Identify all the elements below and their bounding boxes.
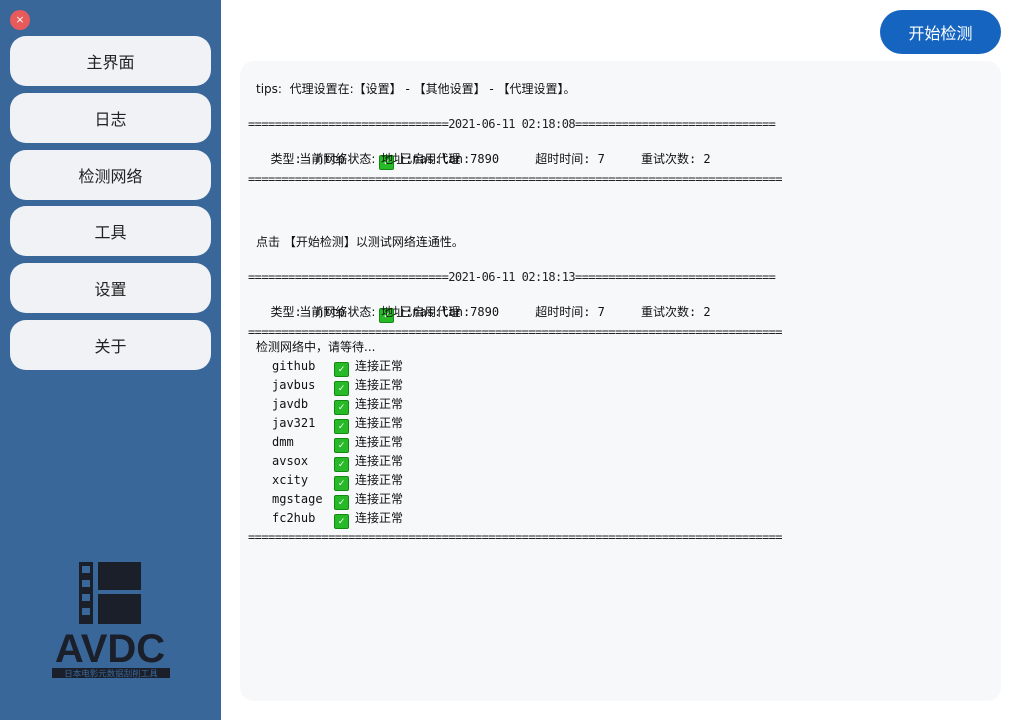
log-footer-2: ========================================… [248, 530, 783, 544]
check-icon: ✓ [334, 514, 349, 529]
log-separator-2: ========================================… [248, 325, 783, 339]
site-status: 连接正常 [355, 435, 404, 449]
app-logo: AVDC 日本电影元数据刮削工具 [48, 562, 173, 682]
nav-settings[interactable]: 设置 [10, 263, 211, 313]
nav-about[interactable]: 关于 [10, 320, 211, 370]
tips-text: tips: 代理设置在:【设置】 - 【其他设置】 - 【代理设置】。 [256, 82, 576, 96]
nav-main[interactable]: 主界面 [10, 36, 211, 86]
site-status: 连接正常 [355, 492, 404, 506]
site-row: avsox ✓ 连接正常 [272, 452, 403, 472]
check-icon: ✓ [334, 362, 349, 377]
site-row: github ✓ 连接正常 [272, 357, 403, 377]
site-row: javdb ✓ 连接正常 [272, 395, 403, 415]
site-status: 连接正常 [355, 378, 404, 392]
check-icon: ✓ [334, 400, 349, 415]
site-status: 连接正常 [355, 511, 404, 525]
site-row: dmm ✓ 连接正常 [272, 433, 403, 453]
site-status: 连接正常 [355, 454, 404, 468]
check-icon: ✓ [334, 495, 349, 510]
svg-text:日本电影元数据刮削工具: 日本电影元数据刮削工具 [64, 669, 158, 680]
site-status: 连接正常 [355, 473, 404, 487]
nav-tools[interactable]: 工具 [10, 206, 211, 256]
check-icon: ✓ [334, 438, 349, 453]
site-name: mgstage [272, 492, 323, 506]
site-name: fc2hub [272, 511, 316, 525]
site-row: fc2hub ✓ 连接正常 [272, 509, 403, 529]
check-icon: ✓ [334, 419, 349, 434]
log-header-1: ==============================2021-06-11… [248, 117, 776, 131]
site-row: mgstage ✓ 连接正常 [272, 490, 403, 510]
film-logo-icon: AVDC 日本电影元数据刮削工具 [52, 562, 170, 680]
main-area: 开始检测 tips: 代理设置在:【设置】 - 【其他设置】 - 【代理设置】。… [221, 0, 1025, 720]
proxy-details-2: 类型: http 地址:nas.lan:7890 超时时间: 7 重试次数: 2 [256, 305, 711, 319]
proxy-details-1: 类型: http 地址:nas.lan:7890 超时时间: 7 重试次数: 2 [256, 152, 711, 166]
nav-log[interactable]: 日志 [10, 93, 211, 143]
site-status: 连接正常 [355, 359, 404, 373]
hint-text: 点击 【开始检测】以测试网络连通性。 [256, 235, 464, 249]
close-icon[interactable]: × [10, 10, 30, 30]
check-icon: ✓ [334, 476, 349, 491]
checking-text: 检测网络中，请等待... [256, 340, 376, 354]
check-icon: ✓ [334, 457, 349, 472]
site-status: 连接正常 [355, 416, 404, 430]
site-row: xcity ✓ 连接正常 [272, 471, 403, 491]
site-name: javdb [272, 397, 309, 411]
site-name: javbus [272, 378, 316, 392]
site-status: 连接正常 [355, 397, 404, 411]
site-name: dmm [272, 435, 294, 449]
log-panel: tips: 代理设置在:【设置】 - 【其他设置】 - 【代理设置】。 ====… [240, 61, 1001, 701]
site-name: avsox [272, 454, 309, 468]
site-name: jav321 [272, 416, 316, 430]
log-header-2: ==============================2021-06-11… [248, 270, 776, 284]
site-name: xcity [272, 473, 309, 487]
nav-network-check[interactable]: 检测网络 [10, 150, 211, 200]
svg-text:AVDC: AVDC [55, 627, 165, 671]
sidebar: × 主界面 日志 检测网络 工具 设置 关于 AVDC 日本电影元数据刮削工具 [0, 0, 221, 720]
check-icon: ✓ [334, 381, 349, 396]
site-row: javbus ✓ 连接正常 [272, 376, 403, 396]
start-check-button[interactable]: 开始检测 [880, 10, 1001, 54]
site-row: jav321 ✓ 连接正常 [272, 414, 403, 434]
site-name: github [272, 359, 316, 373]
log-footer-1: ========================================… [248, 172, 783, 186]
